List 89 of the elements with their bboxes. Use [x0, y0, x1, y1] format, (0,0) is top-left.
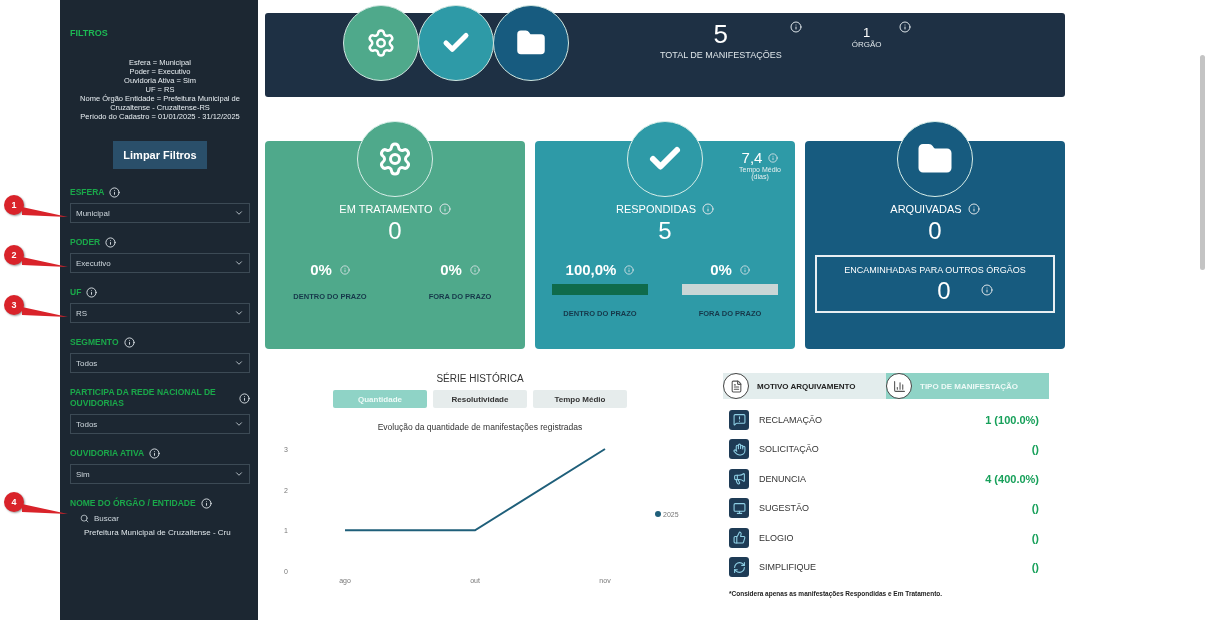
legend-dot — [655, 511, 661, 517]
type-label: SIMPLIFIQUE — [759, 562, 817, 573]
refresh-icon — [729, 557, 749, 578]
chevron-down-icon — [234, 308, 244, 318]
filter-label: ESFERA — [70, 187, 105, 198]
filter-dropdown[interactable]: Municipal — [70, 203, 250, 223]
annotation-arrow — [22, 305, 68, 319]
chart-title: Evolução da quantidade de manifestações registradas — [377, 422, 583, 432]
list-option[interactable]: Prefeitura Municipal de Cruzaltense - Cru — [70, 528, 250, 537]
filter-dropdown[interactable]: Sim — [70, 464, 250, 484]
filter-dropdown[interactable]: Todos — [70, 414, 250, 434]
info-icon[interactable] — [86, 287, 98, 298]
chevron-down-icon — [234, 258, 244, 268]
filter-label: OUVIDORIA ATIVA — [70, 448, 145, 459]
org-label: ÓRGÃO — [851, 40, 882, 49]
info-icon[interactable] — [899, 21, 912, 33]
annotation-marker: 1 — [4, 195, 24, 215]
type-count: () — [1031, 502, 1039, 515]
card-value: 0 — [928, 217, 942, 245]
gear-icon — [366, 28, 396, 58]
chart-section-title: SÉRIE HISTÓRICA — [436, 373, 524, 384]
chevron-down-icon — [234, 358, 244, 368]
card-title: ARQUIVADAS — [890, 203, 962, 215]
info-icon[interactable] — [105, 237, 117, 248]
type-count: () — [1031, 531, 1039, 544]
percentage-value: 0% — [710, 261, 732, 278]
forwarded-title: ENCAMINHADAS PARA OUTROS ÓRGÃOS — [844, 265, 1026, 275]
annotation-marker: 4 — [4, 492, 24, 512]
info-icon[interactable] — [149, 448, 161, 459]
type-count: 1 (100.0%) — [985, 413, 1039, 426]
type-label: DENUNCIA — [759, 473, 807, 484]
annotation-arrow — [22, 205, 68, 219]
bar-chart-icon — [892, 379, 906, 393]
chevron-down-icon — [234, 469, 244, 479]
type-label: RECLAMAÇÃO — [759, 414, 823, 425]
category-tab[interactable]: MOTIVO ARQUIVAMENTO — [723, 373, 886, 399]
annotation-arrow — [22, 255, 68, 269]
chart-tab[interactable]: Resolutividade — [433, 390, 527, 408]
megaphone-icon — [729, 468, 749, 489]
info-icon[interactable] — [967, 203, 980, 215]
clear-filters-button[interactable]: Limpar Filtros — [113, 141, 207, 169]
average-time-value: 7,4 — [741, 149, 763, 166]
filter-dropdown[interactable]: Todos — [70, 353, 250, 373]
card-title: RESPONDIDAS — [615, 203, 697, 215]
chevron-down-icon — [234, 419, 244, 429]
percentage-value: 0% — [310, 261, 332, 278]
monitor-icon — [729, 498, 749, 519]
total-count: 5 — [713, 19, 729, 50]
forwarded-value: 0 — [937, 277, 951, 305]
annotation-marker: 2 — [4, 245, 24, 265]
info-icon[interactable] — [789, 21, 802, 33]
type-count: () — [1031, 443, 1039, 456]
filter-dropdown[interactable]: RS — [70, 303, 250, 323]
document-icon — [729, 379, 743, 393]
chart-tab[interactable]: Tempo Médio — [533, 390, 627, 408]
type-label: ELOGIO — [759, 532, 795, 543]
org-count: 1 — [862, 25, 871, 40]
total-label: TOTAL DE MANIFESTAÇÕES — [660, 50, 782, 60]
speech-bubble-icon — [729, 409, 749, 430]
filter-label: SEGMENTO — [70, 337, 119, 348]
card-title: EM TRATAMENTO — [339, 203, 433, 215]
info-icon[interactable] — [109, 187, 121, 198]
info-icon[interactable] — [980, 284, 993, 296]
annotation-marker: 3 — [4, 295, 24, 315]
type-label: SUGESTÃO — [759, 503, 810, 514]
type-count: 4 (400.0%) — [985, 472, 1039, 485]
filters-title: FILTROS — [70, 28, 109, 38]
info-icon[interactable] — [200, 498, 212, 509]
info-icon[interactable] — [123, 337, 135, 348]
gear-icon — [377, 141, 413, 177]
filter-label: UF — [70, 287, 82, 298]
search-icon — [80, 514, 89, 523]
thumbs-up-icon — [729, 527, 749, 548]
annotation-arrow — [22, 502, 68, 516]
filter-dropdown[interactable]: Executivo — [70, 253, 250, 273]
chevron-down-icon — [234, 208, 244, 218]
card-value: 5 — [658, 217, 672, 245]
info-icon[interactable] — [239, 392, 250, 404]
search-field[interactable]: Buscar — [70, 514, 250, 523]
percentage-value: 0% — [440, 261, 462, 278]
type-count: () — [1031, 561, 1039, 574]
scrollbar-thumb[interactable] — [1200, 55, 1205, 270]
filter-label: PODER — [70, 237, 101, 248]
filter-label: NOME DO ÓRGÃO / ENTIDADE — [70, 498, 196, 509]
card-value: 0 — [388, 217, 402, 245]
hand-icon — [729, 439, 749, 460]
filter-label: PARTICIPA DA REDE NACIONAL DE OUVIDORIAS — [70, 387, 217, 409]
type-label: SOLICITAÇÃO — [759, 444, 820, 455]
percentage-value: 100,0% — [565, 261, 617, 278]
